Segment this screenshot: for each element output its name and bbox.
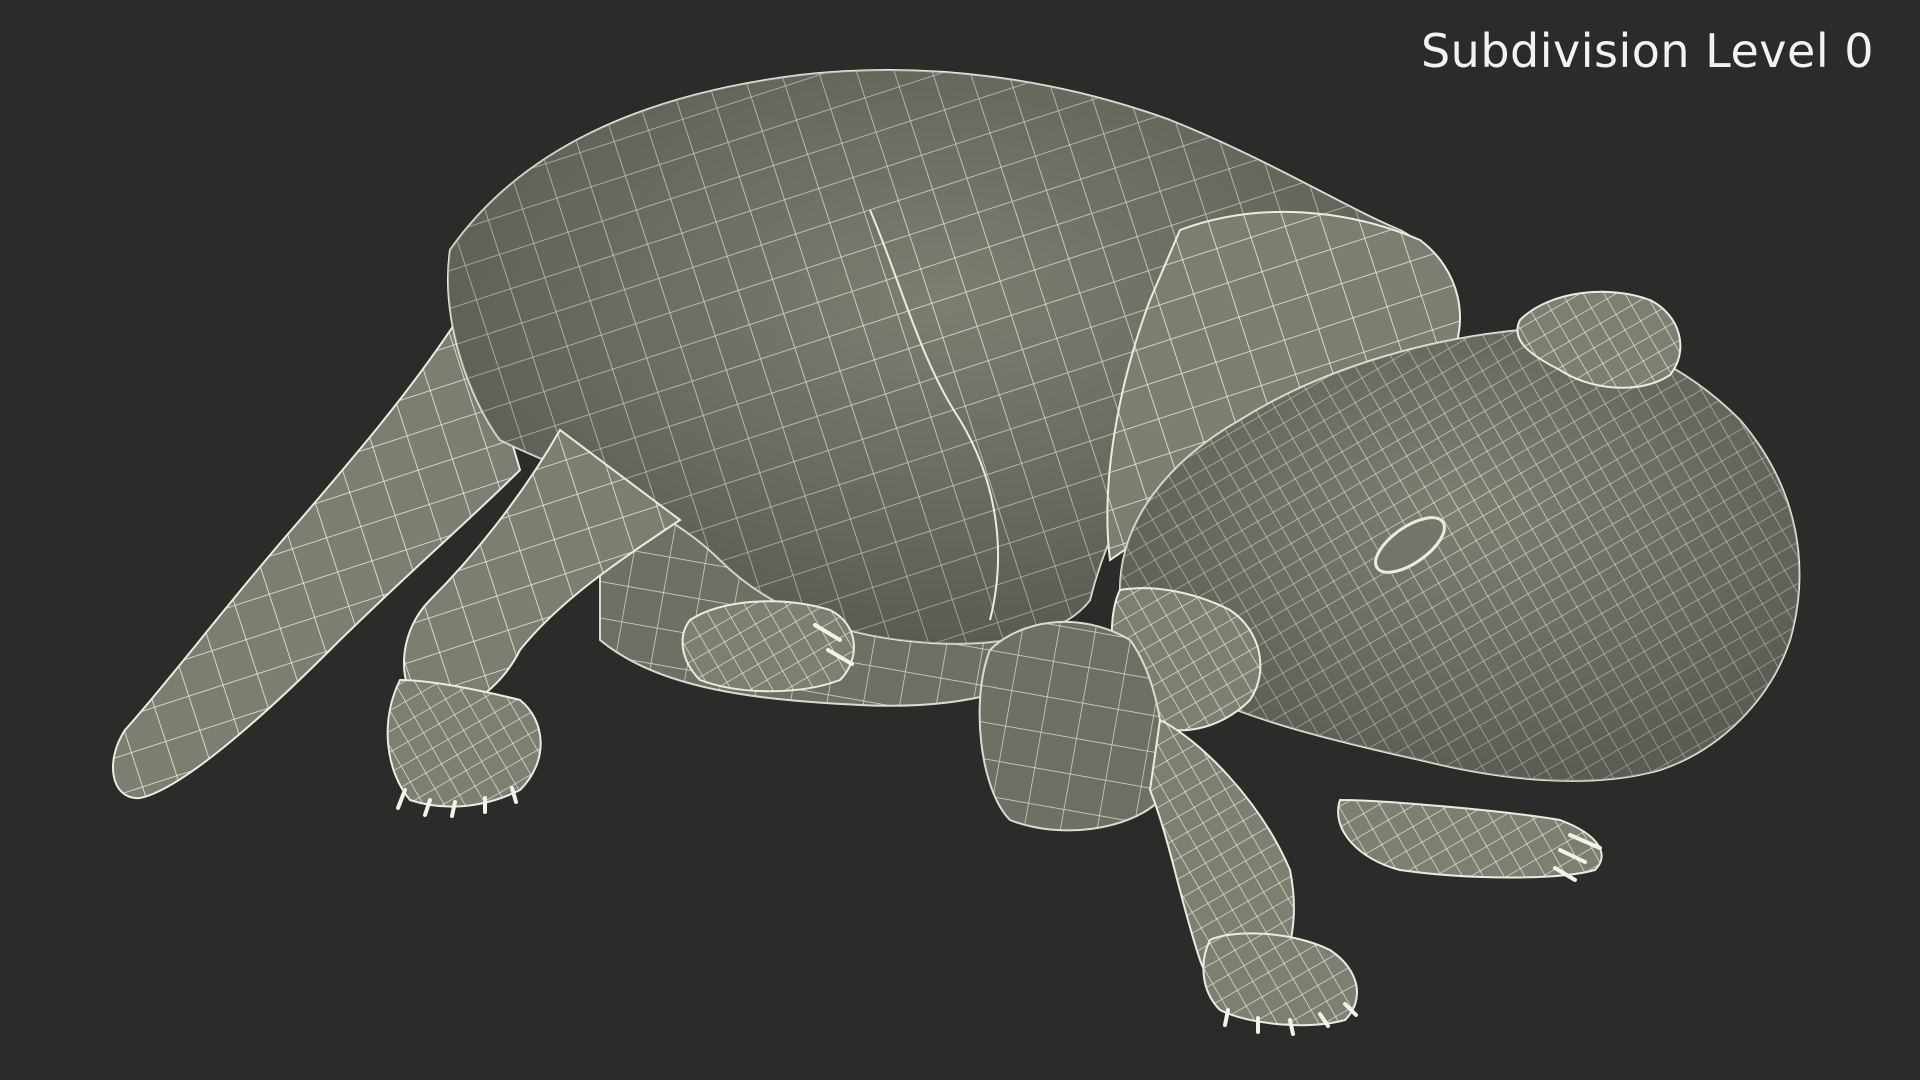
front-paw-right <box>1337 798 1603 879</box>
chest <box>978 620 1165 832</box>
wireframe-model <box>112 69 1801 1036</box>
subdivision-level-label: Subdivision Level 0 <box>1420 24 1874 78</box>
3d-viewport[interactable]: Subdivision Level 0 <box>0 0 1920 1080</box>
hind-foot <box>386 678 542 808</box>
front-paw-left <box>681 600 855 693</box>
